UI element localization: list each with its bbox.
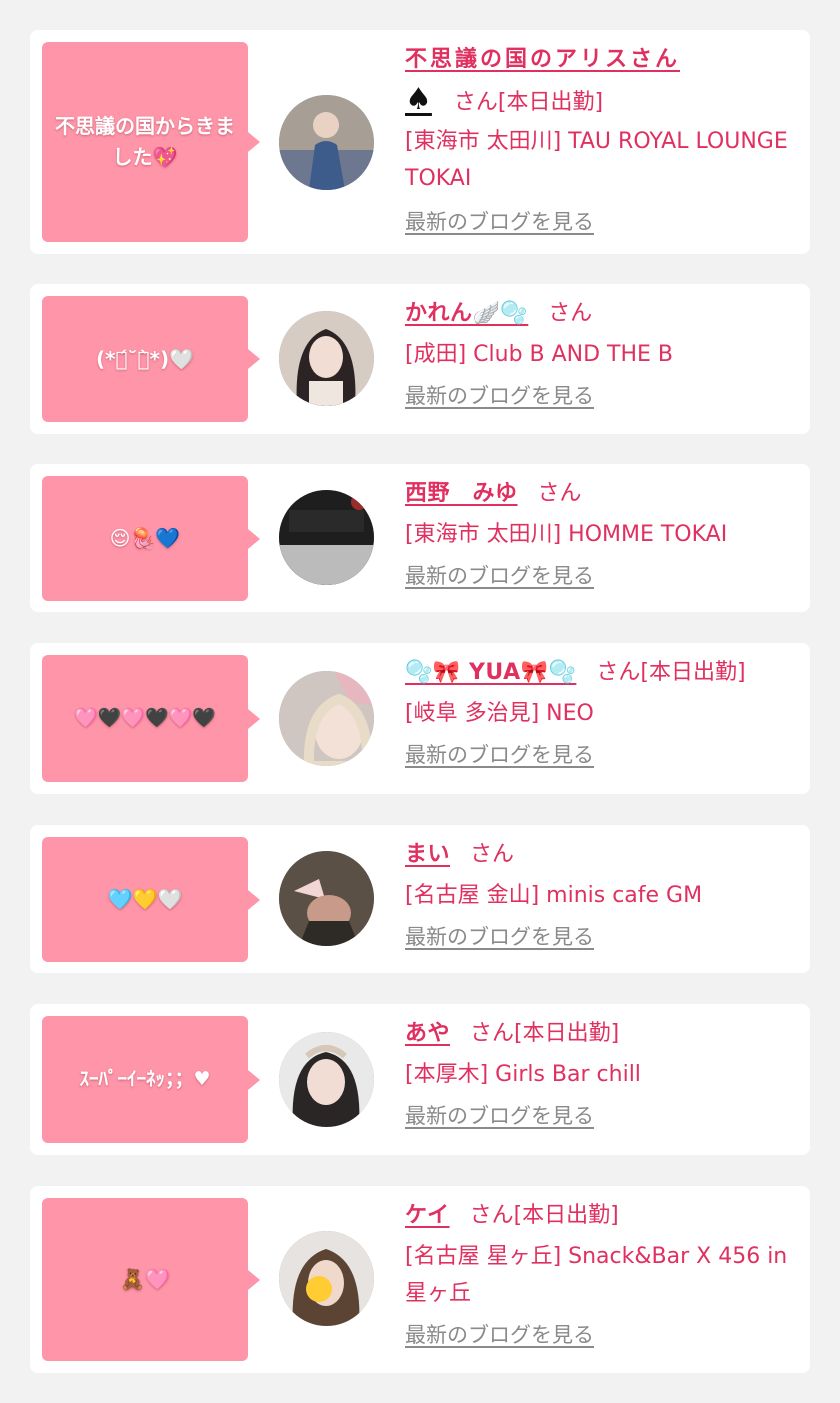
comment-bubble: ｽｰﾊﾟｰｲｰﾈｯ；；♥ — [42, 1016, 260, 1143]
cast-name-link[interactable]: 🫧🎀 YUA🎀🫧 — [405, 660, 576, 685]
comment-text: 🩵💛🤍 — [107, 887, 183, 911]
latest-blog-link[interactable]: 最新のブログを見る — [405, 561, 594, 591]
shop-name: [岐阜 多治見] NEO — [405, 701, 594, 726]
cast-name-link[interactable]: まい — [405, 842, 450, 867]
comment-bubble: 😌🪼💙 — [42, 476, 260, 601]
comment-bubble: 🩷🖤🩷🖤🩷🖤 — [42, 655, 260, 782]
cast-card: 🩵💛🤍 まい さん [名古屋 金山] minis cafe GM 最新のブログを見… — [30, 825, 810, 973]
name-suffix: さん[本日出勤] — [453, 90, 604, 115]
cast-card: 不思議の国からきました💖 不思議の国のアリスさん ♠ さん[本日出勤] [東海市 … — [30, 30, 810, 254]
latest-blog-link[interactable]: 最新のブログを見る — [405, 740, 594, 770]
name-suffix: さん — [470, 842, 515, 867]
latest-blog-link[interactable]: 最新のブログを見る — [405, 1320, 594, 1350]
cast-name-link[interactable]: 不思議の国のアリスさん — [405, 47, 680, 72]
comment-bubble: 🩵💛🤍 — [42, 837, 260, 962]
comment-text: 不思議の国からきました💖 — [55, 114, 235, 169]
comment-bubble: 不思議の国からきました💖 — [42, 42, 260, 242]
avatar[interactable] — [279, 95, 374, 190]
shop-name: [本厚木] Girls Bar chill — [405, 1062, 641, 1087]
cast-name-link[interactable]: かれん🪽🫧 — [405, 301, 528, 326]
shop-name: [名古屋 星ヶ丘] Snack&Bar X 456 in 星ヶ丘 — [405, 1244, 788, 1306]
name-suffix: さん[本日出勤] — [596, 660, 746, 685]
avatar[interactable] — [279, 671, 374, 766]
comment-text: (*ฅ́˘ฅ̀*)🤍 — [95, 346, 195, 371]
cast-card: ｽｰﾊﾟｰｲｰﾈｯ；；♥ あや さん[本日出勤] [本厚木] Girls Bar … — [30, 1004, 810, 1155]
avatar[interactable] — [279, 1032, 374, 1127]
spade-icon: ♠ — [405, 82, 432, 117]
shop-name: [成田] Club B AND THE B — [405, 342, 674, 367]
cast-card: 🧸🩷 ケイ さん[本日出勤] [名古屋 星ヶ丘] Snack&Bar X 456 … — [30, 1186, 810, 1373]
comment-text: 😌🪼💙 — [109, 526, 181, 550]
name-suffix: さん[本日出勤] — [470, 1021, 620, 1046]
avatar[interactable] — [279, 851, 374, 946]
cast-card: 🩷🖤🩷🖤🩷🖤 🫧🎀 YUA🎀🫧 さん[本日出勤] [岐阜 多治見] NEO 最新の… — [30, 643, 810, 794]
cast-card: (*ฅ́˘ฅ̀*)🤍 かれん🪽🫧 さん [成田] Club B AND THE B… — [30, 284, 810, 434]
shop-name: [東海市 太田川] TAU ROYAL LOUNGE TOKAI — [405, 129, 788, 191]
avatar[interactable] — [279, 490, 374, 585]
comment-bubble: (*ฅ́˘ฅ̀*)🤍 — [42, 296, 260, 422]
comment-bubble: 🧸🩷 — [42, 1198, 260, 1361]
cast-name-link[interactable]: ケイ — [405, 1203, 450, 1228]
latest-blog-link[interactable]: 最新のブログを見る — [405, 1101, 594, 1131]
avatar[interactable] — [279, 311, 374, 406]
cast-name-link[interactable]: あや — [405, 1021, 450, 1046]
cast-name-link[interactable]: 西野 みゆ — [405, 481, 518, 506]
latest-blog-link[interactable]: 最新のブログを見る — [405, 207, 594, 237]
comment-text: 🧸🩷 — [120, 1267, 170, 1291]
shop-name: [東海市 太田川] HOMME TOKAI — [405, 522, 728, 547]
comment-text: ｽｰﾊﾟｰｲｰﾈｯ；；♥ — [79, 1068, 211, 1090]
latest-blog-link[interactable]: 最新のブログを見る — [405, 381, 594, 411]
avatar[interactable] — [279, 1231, 374, 1326]
latest-blog-link[interactable]: 最新のブログを見る — [405, 922, 594, 952]
name-suffix: さん — [548, 301, 593, 326]
shop-name: [名古屋 金山] minis cafe GM — [405, 883, 703, 908]
name-suffix: さん[本日出勤] — [469, 1203, 619, 1228]
comment-text: 🩷🖤🩷🖤🩷🖤 — [74, 707, 216, 729]
name-suffix: さん — [537, 481, 582, 506]
cast-card: 😌🪼💙 西野 みゆ さん [東海市 太田川] HOMME TOKAI 最新のブログ… — [30, 464, 810, 612]
